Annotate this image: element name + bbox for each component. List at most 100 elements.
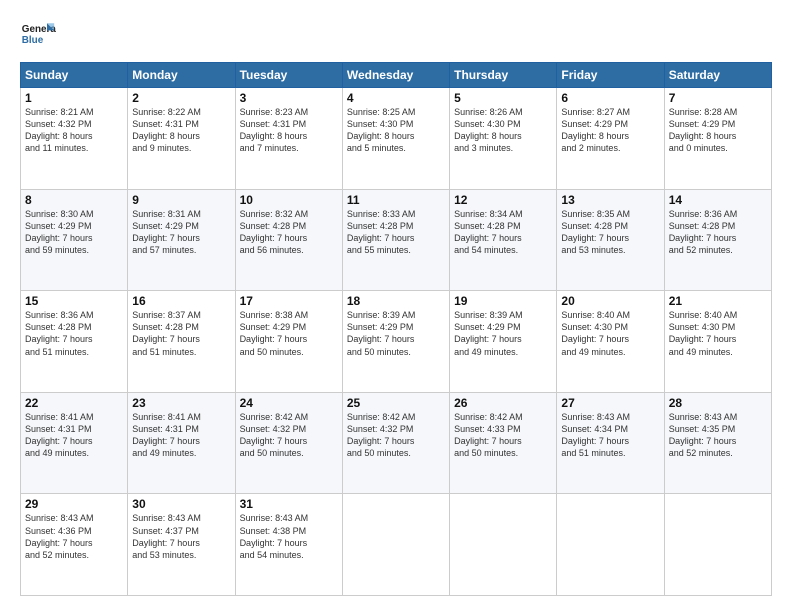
cell-details: Sunrise: 8:30 AMSunset: 4:29 PMDaylight:… xyxy=(25,208,123,257)
calendar-cell: 24Sunrise: 8:42 AMSunset: 4:32 PMDayligh… xyxy=(235,392,342,494)
cell-details: Sunrise: 8:26 AMSunset: 4:30 PMDaylight:… xyxy=(454,106,552,155)
svg-text:Blue: Blue xyxy=(22,35,44,46)
day-header-friday: Friday xyxy=(557,63,664,88)
calendar-cell: 14Sunrise: 8:36 AMSunset: 4:28 PMDayligh… xyxy=(664,189,771,291)
cell-details: Sunrise: 8:41 AMSunset: 4:31 PMDaylight:… xyxy=(132,411,230,460)
calendar-cell: 18Sunrise: 8:39 AMSunset: 4:29 PMDayligh… xyxy=(342,291,449,393)
day-number: 19 xyxy=(454,294,552,308)
general-blue-logo-icon: General Blue xyxy=(20,16,56,52)
calendar-cell xyxy=(342,494,449,596)
calendar-cell xyxy=(450,494,557,596)
calendar-week-row: 1Sunrise: 8:21 AMSunset: 4:32 PMDaylight… xyxy=(21,88,772,190)
calendar-cell: 15Sunrise: 8:36 AMSunset: 4:28 PMDayligh… xyxy=(21,291,128,393)
cell-details: Sunrise: 8:22 AMSunset: 4:31 PMDaylight:… xyxy=(132,106,230,155)
day-header-saturday: Saturday xyxy=(664,63,771,88)
calendar-cell xyxy=(557,494,664,596)
day-number: 13 xyxy=(561,193,659,207)
day-number: 1 xyxy=(25,91,123,105)
calendar-cell: 26Sunrise: 8:42 AMSunset: 4:33 PMDayligh… xyxy=(450,392,557,494)
calendar-cell: 12Sunrise: 8:34 AMSunset: 4:28 PMDayligh… xyxy=(450,189,557,291)
day-number: 2 xyxy=(132,91,230,105)
day-header-tuesday: Tuesday xyxy=(235,63,342,88)
cell-details: Sunrise: 8:42 AMSunset: 4:33 PMDaylight:… xyxy=(454,411,552,460)
calendar-cell: 11Sunrise: 8:33 AMSunset: 4:28 PMDayligh… xyxy=(342,189,449,291)
cell-details: Sunrise: 8:34 AMSunset: 4:28 PMDaylight:… xyxy=(454,208,552,257)
calendar-week-row: 8Sunrise: 8:30 AMSunset: 4:29 PMDaylight… xyxy=(21,189,772,291)
day-number: 22 xyxy=(25,396,123,410)
cell-details: Sunrise: 8:40 AMSunset: 4:30 PMDaylight:… xyxy=(669,309,767,358)
calendar-cell: 6Sunrise: 8:27 AMSunset: 4:29 PMDaylight… xyxy=(557,88,664,190)
day-number: 27 xyxy=(561,396,659,410)
day-number: 9 xyxy=(132,193,230,207)
day-number: 24 xyxy=(240,396,338,410)
cell-details: Sunrise: 8:38 AMSunset: 4:29 PMDaylight:… xyxy=(240,309,338,358)
calendar-cell: 1Sunrise: 8:21 AMSunset: 4:32 PMDaylight… xyxy=(21,88,128,190)
day-number: 7 xyxy=(669,91,767,105)
day-header-sunday: Sunday xyxy=(21,63,128,88)
calendar-cell: 30Sunrise: 8:43 AMSunset: 4:37 PMDayligh… xyxy=(128,494,235,596)
calendar-week-row: 15Sunrise: 8:36 AMSunset: 4:28 PMDayligh… xyxy=(21,291,772,393)
cell-details: Sunrise: 8:28 AMSunset: 4:29 PMDaylight:… xyxy=(669,106,767,155)
day-header-monday: Monday xyxy=(128,63,235,88)
day-number: 14 xyxy=(669,193,767,207)
day-number: 4 xyxy=(347,91,445,105)
day-number: 10 xyxy=(240,193,338,207)
calendar-cell: 25Sunrise: 8:42 AMSunset: 4:32 PMDayligh… xyxy=(342,392,449,494)
calendar-cell: 17Sunrise: 8:38 AMSunset: 4:29 PMDayligh… xyxy=(235,291,342,393)
header: General Blue xyxy=(20,16,772,52)
calendar-cell: 31Sunrise: 8:43 AMSunset: 4:38 PMDayligh… xyxy=(235,494,342,596)
day-number: 8 xyxy=(25,193,123,207)
day-number: 23 xyxy=(132,396,230,410)
cell-details: Sunrise: 8:36 AMSunset: 4:28 PMDaylight:… xyxy=(25,309,123,358)
cell-details: Sunrise: 8:35 AMSunset: 4:28 PMDaylight:… xyxy=(561,208,659,257)
day-number: 16 xyxy=(132,294,230,308)
day-number: 31 xyxy=(240,497,338,511)
cell-details: Sunrise: 8:42 AMSunset: 4:32 PMDaylight:… xyxy=(240,411,338,460)
cell-details: Sunrise: 8:43 AMSunset: 4:35 PMDaylight:… xyxy=(669,411,767,460)
day-number: 5 xyxy=(454,91,552,105)
calendar-cell: 7Sunrise: 8:28 AMSunset: 4:29 PMDaylight… xyxy=(664,88,771,190)
day-number: 21 xyxy=(669,294,767,308)
day-number: 15 xyxy=(25,294,123,308)
day-number: 28 xyxy=(669,396,767,410)
cell-details: Sunrise: 8:32 AMSunset: 4:28 PMDaylight:… xyxy=(240,208,338,257)
calendar-week-row: 22 Sunrise: 8:41 AMSunset: 4:31 PMDayligh… xyxy=(21,392,772,494)
page: General Blue SundayMondayTuesdayWednesda… xyxy=(0,0,792,612)
calendar-header-row: SundayMondayTuesdayWednesdayThursdayFrid… xyxy=(21,63,772,88)
cell-details: Sunrise: 8:43 AMSunset: 4:38 PMDaylight:… xyxy=(240,512,338,561)
calendar-cell: 5Sunrise: 8:26 AMSunset: 4:30 PMDaylight… xyxy=(450,88,557,190)
cell-details: Sunrise: 8:31 AMSunset: 4:29 PMDaylight:… xyxy=(132,208,230,257)
cell-details: Sunrise: 8:40 AMSunset: 4:30 PMDaylight:… xyxy=(561,309,659,358)
calendar-week-row: 29Sunrise: 8:43 AMSunset: 4:36 PMDayligh… xyxy=(21,494,772,596)
calendar-table: SundayMondayTuesdayWednesdayThursdayFrid… xyxy=(20,62,772,596)
cell-details: Sunrise: 8:39 AMSunset: 4:29 PMDaylight:… xyxy=(454,309,552,358)
day-number: 30 xyxy=(132,497,230,511)
calendar-cell: 16Sunrise: 8:37 AMSunset: 4:28 PMDayligh… xyxy=(128,291,235,393)
calendar-cell: 3Sunrise: 8:23 AMSunset: 4:31 PMDaylight… xyxy=(235,88,342,190)
calendar-cell: 9Sunrise: 8:31 AMSunset: 4:29 PMDaylight… xyxy=(128,189,235,291)
day-number: 29 xyxy=(25,497,123,511)
calendar-cell: 13Sunrise: 8:35 AMSunset: 4:28 PMDayligh… xyxy=(557,189,664,291)
logo: General Blue xyxy=(20,16,56,52)
day-number: 11 xyxy=(347,193,445,207)
cell-details: Sunrise: 8:36 AMSunset: 4:28 PMDaylight:… xyxy=(669,208,767,257)
cell-details: Sunrise: 8:21 AMSunset: 4:32 PMDaylight:… xyxy=(25,106,123,155)
calendar-cell: 19Sunrise: 8:39 AMSunset: 4:29 PMDayligh… xyxy=(450,291,557,393)
cell-details: Sunrise: 8:33 AMSunset: 4:28 PMDaylight:… xyxy=(347,208,445,257)
day-number: 3 xyxy=(240,91,338,105)
day-number: 6 xyxy=(561,91,659,105)
day-number: 25 xyxy=(347,396,445,410)
calendar-cell: 2Sunrise: 8:22 AMSunset: 4:31 PMDaylight… xyxy=(128,88,235,190)
calendar-cell: 28Sunrise: 8:43 AMSunset: 4:35 PMDayligh… xyxy=(664,392,771,494)
cell-details: Sunrise: 8:42 AMSunset: 4:32 PMDaylight:… xyxy=(347,411,445,460)
day-number: 17 xyxy=(240,294,338,308)
calendar-cell: 8Sunrise: 8:30 AMSunset: 4:29 PMDaylight… xyxy=(21,189,128,291)
cell-details: Sunrise: 8:25 AMSunset: 4:30 PMDaylight:… xyxy=(347,106,445,155)
cell-details: Sunrise: 8:43 AMSunset: 4:37 PMDaylight:… xyxy=(132,512,230,561)
day-header-thursday: Thursday xyxy=(450,63,557,88)
day-number: 26 xyxy=(454,396,552,410)
cell-details: Sunrise: 8:27 AMSunset: 4:29 PMDaylight:… xyxy=(561,106,659,155)
calendar-cell: 4Sunrise: 8:25 AMSunset: 4:30 PMDaylight… xyxy=(342,88,449,190)
calendar-cell: 20Sunrise: 8:40 AMSunset: 4:30 PMDayligh… xyxy=(557,291,664,393)
day-number: 20 xyxy=(561,294,659,308)
